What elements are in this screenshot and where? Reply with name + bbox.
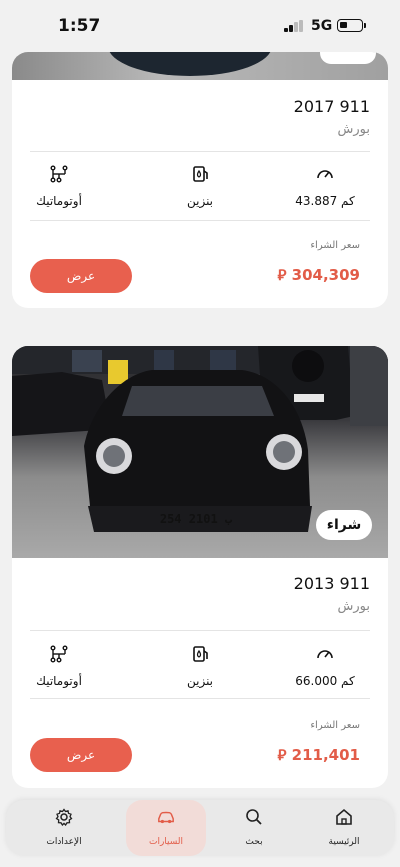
spec-transmission: أوتوماتيك (12, 644, 114, 689)
status-bar: 1:57 5G (0, 0, 400, 52)
tab-label: بحث (245, 837, 263, 847)
tab-label: الإعدادات (46, 837, 82, 847)
tab-label: الرئيسية (328, 837, 360, 847)
spec-transmission: أوتوماتيك (12, 164, 114, 209)
tab-search[interactable]: بحث (214, 800, 294, 856)
tab-settings[interactable]: الإعدادات (24, 800, 104, 856)
listing-brand: بورش (337, 599, 370, 614)
listing-title: 2013 911 (293, 574, 370, 593)
price-label: سعر الشراء (310, 240, 360, 251)
divider (30, 220, 370, 221)
clock: 1:57 (58, 16, 101, 36)
buy-badge[interactable]: شراء (316, 510, 372, 540)
speedometer-icon (317, 650, 333, 659)
listing-title: 2017 911 (293, 97, 370, 116)
speedometer-icon (317, 170, 333, 179)
transmission-label: أوتوماتيك (36, 194, 82, 208)
mileage-label: 43.887 كم (295, 194, 355, 208)
tab-label: السيارات (148, 837, 184, 847)
tab-cars[interactable]: السيارات (126, 800, 206, 856)
spec-fuel: بنزين (145, 164, 255, 209)
spec-fuel: بنزين (145, 644, 255, 689)
tab-home[interactable]: الرئيسية (304, 800, 384, 856)
fuel-label: بنزين (186, 194, 214, 208)
license-plate: 254 ب 2101 (159, 512, 233, 526)
transmission-label: أوتوماتيك (36, 674, 82, 688)
car-photo[interactable]: 254 ب 2101 شراء (12, 346, 388, 558)
listing-card[interactable]: 2017 911 بورش 43.887 كم بنزين أوتوماتيك (12, 52, 388, 308)
price-value: 304,309 ⃁ (277, 266, 360, 284)
home-icon (336, 808, 352, 825)
spec-mileage: 66.000 كم (270, 644, 380, 689)
spec-mileage: 43.887 كم (270, 164, 380, 209)
fuel-icon (193, 646, 208, 662)
gear-icon (55, 808, 73, 826)
divider (30, 630, 370, 631)
car-icon (158, 811, 174, 824)
bottom-tab-bar: الرئيسية بحث السيارات الإعدادات (6, 800, 394, 856)
battery-icon (337, 19, 366, 32)
mileage-label: 66.000 كم (295, 674, 355, 688)
listing-brand: بورش (337, 122, 370, 137)
listing-card[interactable]: 254 ب 2101 شراء 2013 911 بورش 66.000 كم … (12, 346, 388, 788)
gearbox-icon (50, 645, 68, 663)
fuel-label: بنزين (186, 674, 214, 688)
signal-icon (284, 20, 304, 32)
divider (30, 151, 370, 152)
divider (30, 698, 370, 699)
offer-button[interactable]: عرض (30, 738, 132, 772)
price-value: 211,401 ⃁ (277, 746, 360, 764)
gearbox-icon (50, 165, 68, 183)
search-icon (246, 809, 262, 825)
offer-button[interactable]: عرض (30, 259, 132, 293)
car-photo[interactable] (12, 52, 388, 80)
network-label: 5G (311, 18, 333, 34)
price-label: سعر الشراء (310, 720, 360, 731)
fuel-icon (193, 166, 208, 182)
